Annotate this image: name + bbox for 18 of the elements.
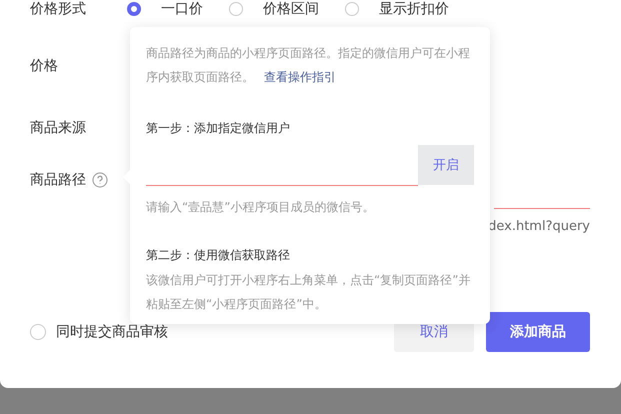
help-icon[interactable] [92,172,108,188]
radio-option[interactable]: 显示折扣价 [345,0,449,18]
field-label: 价格 [30,57,59,75]
review-radio[interactable]: 同时提交商品审核 [30,323,394,341]
hint-text: 请输入“壹品慧”小程序项目成员的微信号。 [146,199,376,216]
field-label: 商品路径 [30,171,86,189]
add-product-button[interactable]: 添加商品 [486,312,590,352]
radio-option[interactable]: 价格区间 [229,0,319,18]
step-title: 第一步：添加指定微信用户 [146,120,291,137]
field-label: 价格形式 [30,0,87,18]
radio-option[interactable]: 一口价 [127,0,203,18]
guide-link[interactable]: 查看操作指引 [264,70,336,84]
enable-button[interactable]: 开启 [418,145,474,185]
path-value: dex.html?query [488,219,590,236]
intro-text: 商品路径为商品的小程序页面路径。指定的微信用户可在小程序内获取页面路径。 查看操作指引 [146,45,471,86]
field-label: 商品来源 [30,119,87,137]
step-title: 第二步：使用微信获取路径 [146,247,291,264]
step-description: 该微信用户可打开小程序右上角菜单，点击“复制页面路径”并粘贴至左侧“小程序页面路径”中。 [146,272,472,313]
